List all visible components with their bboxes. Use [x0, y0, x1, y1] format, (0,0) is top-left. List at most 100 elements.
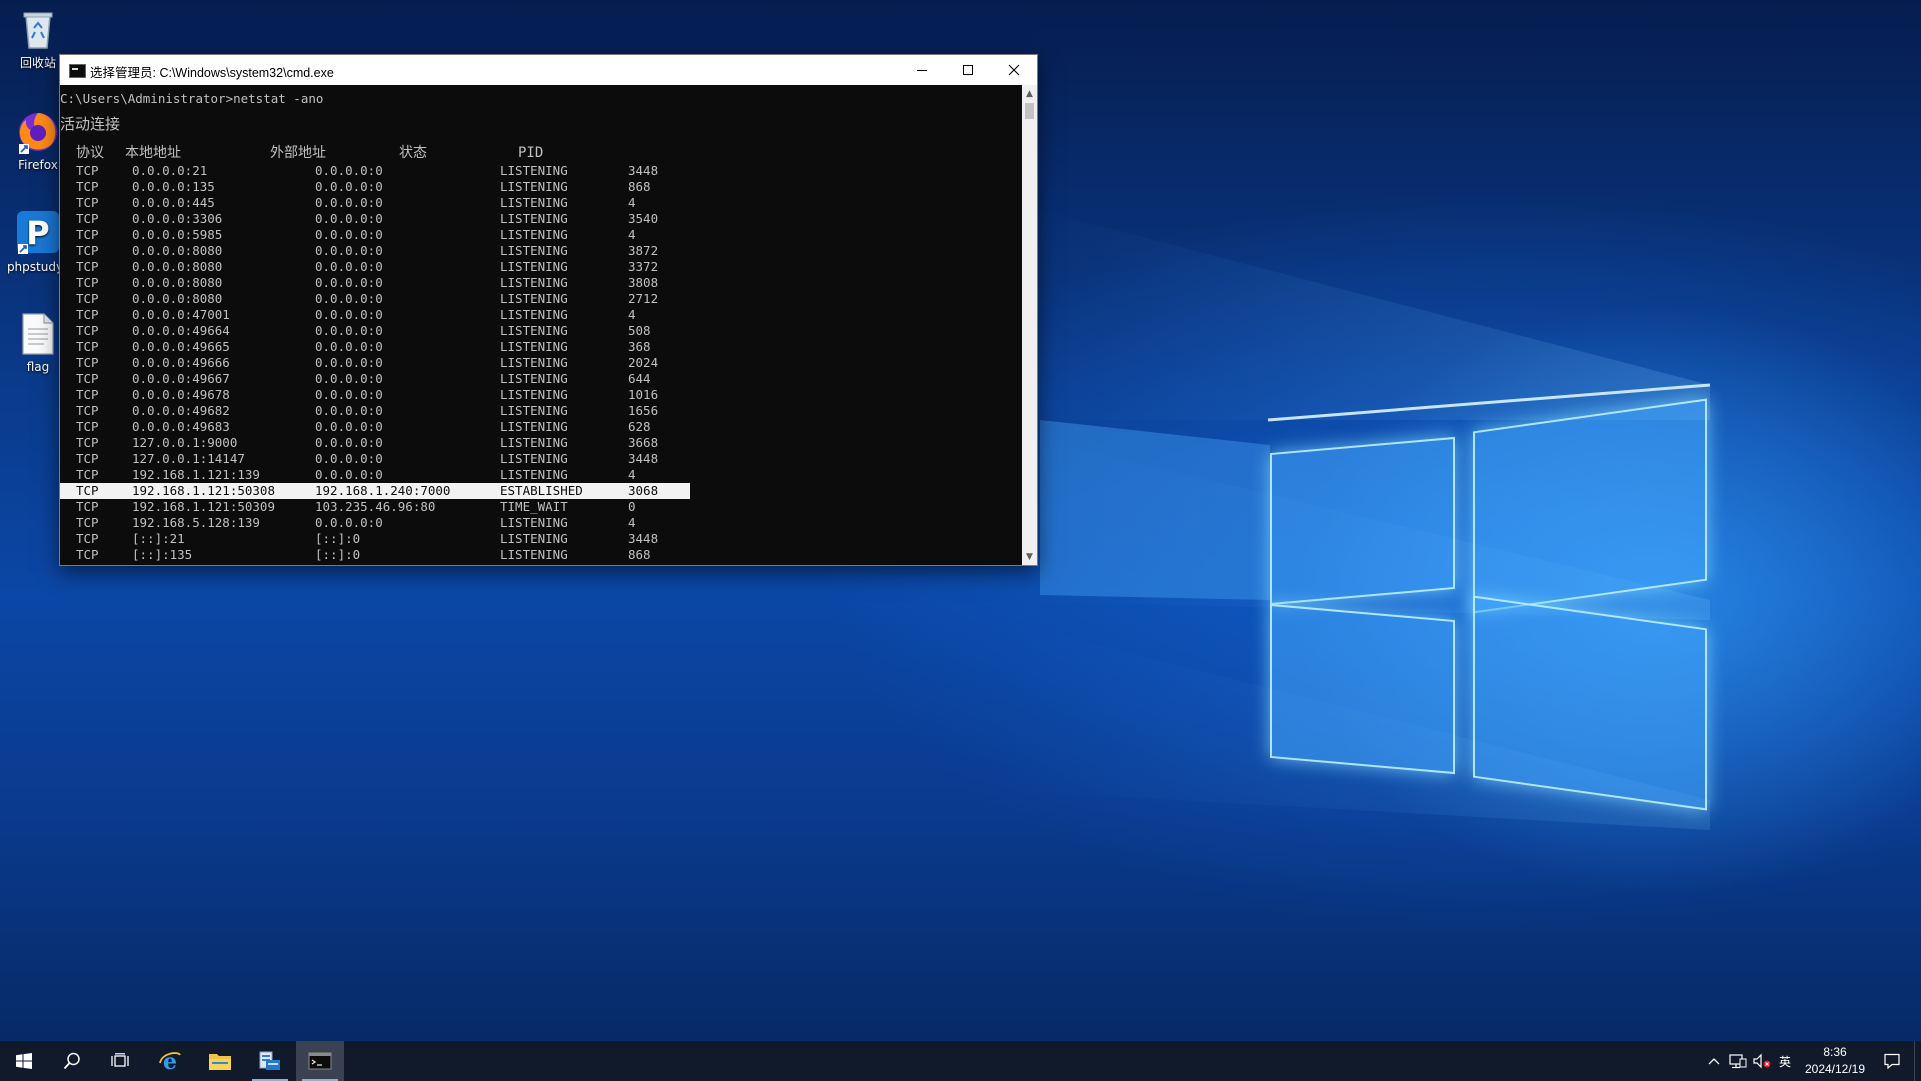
- table-row[interactable]: TCP [::]:135 [::]:0 LISTENING 868: [60, 547, 690, 563]
- title-bar[interactable]: 选择管理员: C:\Windows\system32\cmd.exe: [60, 55, 1037, 85]
- row-state: LISTENING: [500, 451, 568, 466]
- row-state: LISTENING: [500, 227, 568, 242]
- file-explorer-taskbar-button[interactable]: [196, 1041, 244, 1081]
- table-row[interactable]: TCP [::]:21 [::]:0 LISTENING 3448: [60, 531, 690, 547]
- row-pid: 1016: [628, 387, 659, 402]
- table-row[interactable]: TCP 192.168.1.121:50309 103.235.46.96:80 TI…: [60, 499, 690, 515]
- table-row[interactable]: TCP 127.0.0.1:14147 0.0.0.0:0 LISTENING 3448: [60, 451, 690, 467]
- clock[interactable]: 8:36 2024/12/19: [1790, 1044, 1880, 1078]
- row-local-address: 0.0.0.0:8080: [132, 243, 223, 258]
- row-local-address: 127.0.0.1:9000: [132, 435, 238, 450]
- table-row[interactable]: TCP 0.0.0.0:49678 0.0.0.0:0 LISTENING 1016: [60, 387, 690, 403]
- row-local-address: 0.0.0.0:21: [132, 163, 208, 178]
- row-foreign-address: 192.168.1.240:7000: [315, 483, 451, 498]
- recycle-bin-label: 回收站: [19, 56, 56, 70]
- row-protocol: TCP: [76, 355, 99, 370]
- col-foreign-address: 外部地址: [270, 145, 326, 161]
- table-row[interactable]: TCP 0.0.0.0:135 0.0.0.0:0 LISTENING 868: [60, 179, 690, 195]
- minimize-button[interactable]: [899, 55, 945, 85]
- col-protocol: 协议: [76, 145, 104, 161]
- row-pid: 4: [628, 227, 636, 242]
- row-local-address: 0.0.0.0:49682: [132, 403, 230, 418]
- table-row[interactable]: TCP 0.0.0.0:49664 0.0.0.0:0 LISTENING 508: [60, 323, 690, 339]
- table-row[interactable]: TCP 0.0.0.0:49667 0.0.0.0:0 LISTENING 644: [60, 371, 690, 387]
- table-row[interactable]: TCP 0.0.0.0:3306 0.0.0.0:0 LISTENING 3540: [60, 211, 690, 227]
- row-local-address: 0.0.0.0:49665: [132, 339, 230, 354]
- row-state: LISTENING: [500, 515, 568, 530]
- table-row[interactable]: TCP 127.0.0.1:9000 0.0.0.0:0 LISTENING 3668: [60, 435, 690, 451]
- row-local-address: 192.168.1.121:50309: [132, 499, 275, 514]
- row-protocol: TCP: [76, 275, 99, 290]
- row-foreign-address: 0.0.0.0:0: [315, 275, 383, 290]
- row-state: LISTENING: [500, 355, 568, 370]
- row-local-address: 0.0.0.0:135: [132, 179, 215, 194]
- scroll-down-arrow-icon[interactable]: ▼: [1022, 548, 1037, 565]
- scroll-up-arrow-icon[interactable]: ▲: [1022, 85, 1037, 102]
- row-state: LISTENING: [500, 403, 568, 418]
- show-desktop-button[interactable]: [1914, 1041, 1921, 1081]
- table-row[interactable]: TCP 192.168.1.121:139 0.0.0.0:0 LISTENING 4: [60, 467, 690, 483]
- internet-explorer-taskbar-button[interactable]: e: [146, 1041, 194, 1081]
- row-foreign-address: 0.0.0.0:0: [315, 435, 383, 450]
- cmd-window[interactable]: 选择管理员: C:\Windows\system32\cmd.exe C:\Us…: [59, 54, 1038, 566]
- row-local-address: 0.0.0.0:47001: [132, 307, 230, 322]
- section-heading: 活动连接: [60, 115, 121, 133]
- row-protocol: TCP: [76, 483, 99, 498]
- row-protocol: TCP: [76, 291, 99, 306]
- table-row[interactable]: TCP 0.0.0.0:5985 0.0.0.0:0 LISTENING 4: [60, 227, 690, 243]
- scroll-thumb[interactable]: [1025, 103, 1034, 119]
- clock-time: 8:36: [1823, 1045, 1847, 1059]
- table-row[interactable]: TCP 0.0.0.0:49682 0.0.0.0:0 LISTENING 1656: [60, 403, 690, 419]
- table-row[interactable]: TCP 192.168.1.121:50308 192.168.1.240:7000…: [60, 483, 690, 499]
- table-row[interactable]: TCP 0.0.0.0:445 0.0.0.0:0 LISTENING 4: [60, 195, 690, 211]
- row-foreign-address: 0.0.0.0:0: [315, 259, 383, 274]
- row-foreign-address: 0.0.0.0:0: [315, 227, 383, 242]
- row-state: LISTENING: [500, 243, 568, 258]
- table-row[interactable]: TCP 0.0.0.0:49665 0.0.0.0:0 LISTENING 368: [60, 339, 690, 355]
- row-state: LISTENING: [500, 291, 568, 306]
- table-row[interactable]: TCP 0.0.0.0:8080 0.0.0.0:0 LISTENING 2712: [60, 291, 690, 307]
- table-row[interactable]: TCP 0.0.0.0:8080 0.0.0.0:0 LISTENING 3808: [60, 275, 690, 291]
- flag-label: flag: [26, 360, 50, 374]
- row-foreign-address: 0.0.0.0:0: [315, 387, 383, 402]
- action-center-button[interactable]: [1874, 1041, 1910, 1081]
- cmd-taskbar-button[interactable]: [296, 1041, 344, 1081]
- volume-tray-button[interactable]: [1750, 1041, 1774, 1081]
- table-row[interactable]: TCP 0.0.0.0:8080 0.0.0.0:0 LISTENING 3872: [60, 243, 690, 259]
- server-manager-taskbar-button[interactable]: [246, 1041, 294, 1081]
- notification-icon: [1884, 1053, 1900, 1069]
- row-protocol: TCP: [76, 467, 99, 482]
- table-row[interactable]: TCP 0.0.0.0:49666 0.0.0.0:0 LISTENING 2024: [60, 355, 690, 371]
- row-local-address: 0.0.0.0:445: [132, 195, 215, 210]
- task-view-button[interactable]: [96, 1041, 144, 1081]
- firefox-label: Firefox: [18, 158, 58, 172]
- start-button[interactable]: [0, 1041, 48, 1081]
- row-pid: 4: [628, 195, 636, 210]
- vertical-scrollbar[interactable]: ▲ ▼: [1022, 85, 1037, 565]
- table-row[interactable]: TCP 0.0.0.0:8080 0.0.0.0:0 LISTENING 3372: [60, 259, 690, 275]
- row-pid: 3540: [628, 211, 659, 226]
- row-local-address: 0.0.0.0:49667: [132, 371, 230, 386]
- row-pid: 3448: [628, 163, 659, 178]
- row-protocol: TCP: [76, 179, 99, 194]
- network-tray-button[interactable]: [1726, 1041, 1750, 1081]
- row-protocol: TCP: [76, 515, 99, 530]
- console-output[interactable]: C:\Users\Administrator>netstat -ano 活动连接…: [60, 85, 1022, 565]
- row-pid: 3872: [628, 243, 659, 258]
- row-foreign-address: 0.0.0.0:0: [315, 371, 383, 386]
- row-state: LISTENING: [500, 531, 568, 546]
- command-prompt-icon: [308, 1052, 332, 1070]
- logo-pane-top-right: [1473, 398, 1707, 614]
- maximize-button[interactable]: [945, 55, 991, 85]
- table-row[interactable]: TCP 0.0.0.0:47001 0.0.0.0:0 LISTENING 4: [60, 307, 690, 323]
- search-icon: [63, 1052, 80, 1070]
- row-foreign-address: 0.0.0.0:0: [315, 291, 383, 306]
- show-hidden-icons-button[interactable]: [1702, 1041, 1726, 1081]
- search-button[interactable]: [48, 1041, 96, 1081]
- close-button[interactable]: [991, 55, 1037, 85]
- table-row[interactable]: TCP 0.0.0.0:21 0.0.0.0:0 LISTENING 3448: [60, 163, 690, 179]
- volume-muted-icon: [1753, 1053, 1771, 1069]
- table-row[interactable]: TCP 192.168.5.128:139 0.0.0.0:0 LISTENING 4: [60, 515, 690, 531]
- maximize-icon: [963, 65, 973, 75]
- table-row[interactable]: TCP 0.0.0.0:49683 0.0.0.0:0 LISTENING 628: [60, 419, 690, 435]
